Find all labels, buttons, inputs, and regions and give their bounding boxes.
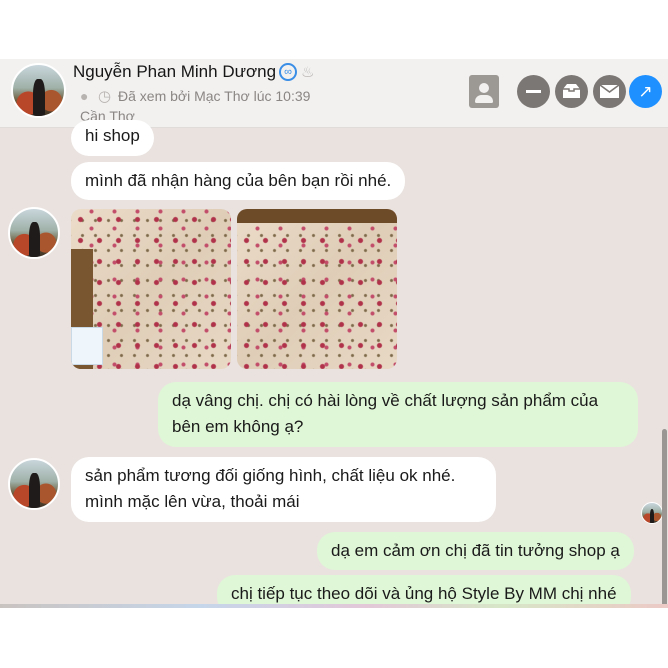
mail-icon [599,84,620,98]
contact-avatar[interactable] [8,207,60,259]
chat-window: Nguyễn Phan Minh Dương ∞ ♨ ● ◷ Đã xem bở… [0,59,668,608]
seen-avatar [641,502,663,524]
open-chat-button[interactable]: ↗ [629,75,662,108]
clock-icon: ◷ [98,88,112,105]
message-incoming: mình đã nhận hàng của bên bạn rồi nhé. [71,162,406,200]
chat-header: Nguyễn Phan Minh Dương ∞ ♨ ● ◷ Đã xem bở… [0,59,668,128]
scrollbar[interactable] [662,429,667,608]
box-button[interactable] [555,75,588,108]
box-icon [563,84,580,98]
message-outgoing: dạ vâng chị. chị có hài lòng về chất lượ… [158,382,638,447]
contact-avatar[interactable] [8,458,60,510]
mail-button[interactable] [593,75,626,108]
message-incoming: sản phẩm tương đối giống hình, chất liệu… [71,457,496,522]
message-outgoing: dạ em cảm ơn chị đã tin tưởng shop ạ [317,532,634,570]
person-icon: ● [80,88,89,104]
cake-icon: ♨ [301,64,315,81]
message-incoming: hi shop [71,120,154,156]
arrow-up-right-icon: ↗ [638,82,653,101]
contact-name[interactable]: Nguyễn Phan Minh Dương [73,62,276,82]
divider [0,604,668,608]
profile-card-icon[interactable] [469,75,499,108]
message-photo[interactable] [237,209,397,369]
minimize-button[interactable] [517,75,550,108]
contact-avatar[interactable] [11,63,66,118]
seen-status: Đã xem bởi Mạc Thơ lúc 10:39 [118,88,311,104]
message-photo[interactable] [71,209,231,369]
link-badge-icon: ∞ [279,63,297,81]
